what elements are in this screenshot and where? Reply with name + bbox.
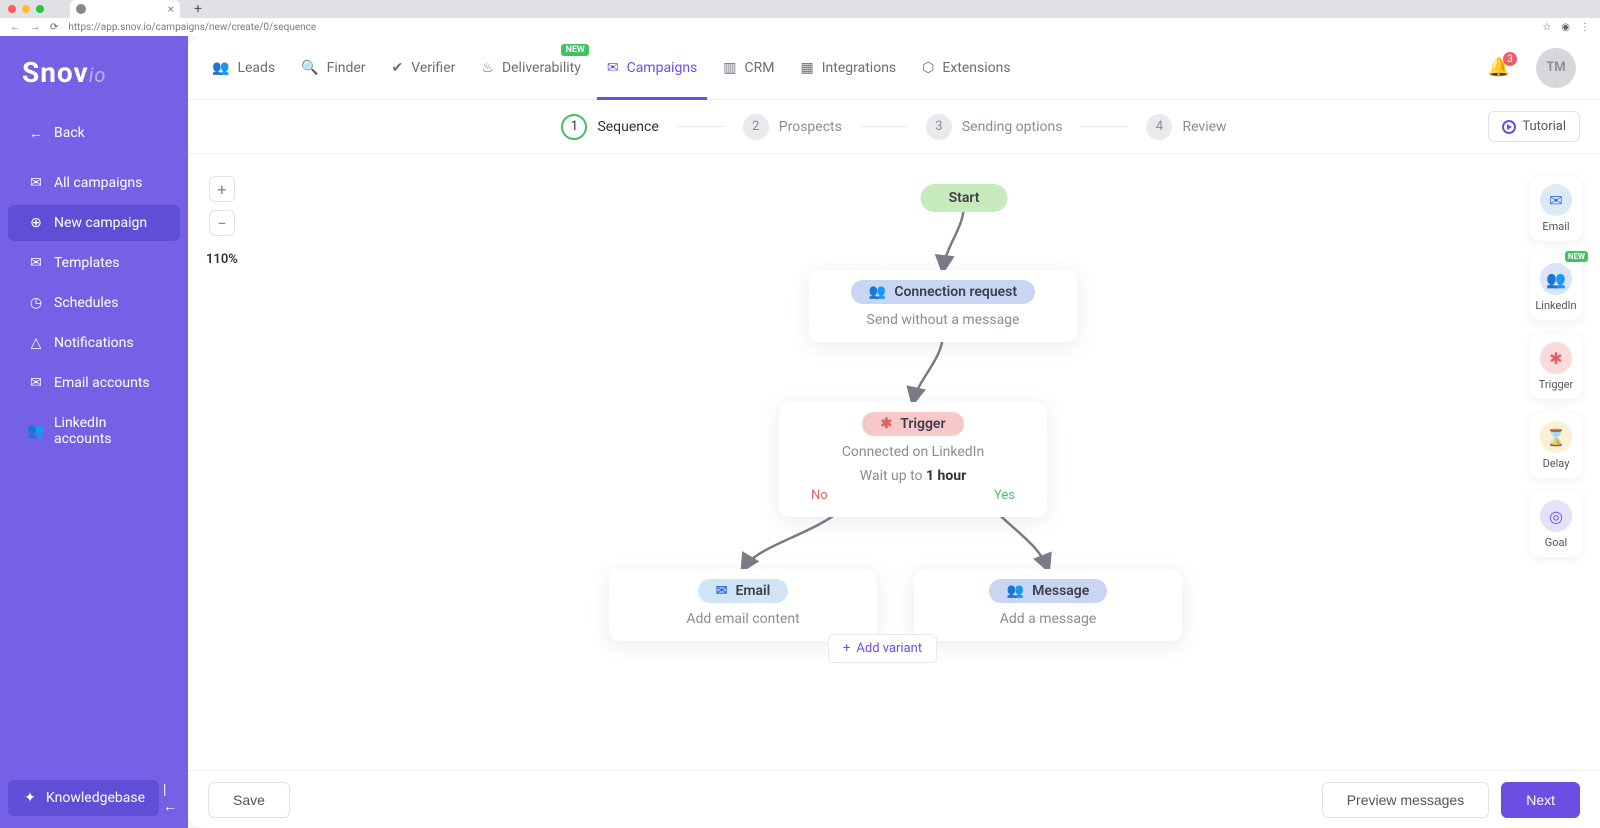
- macos-close-dot[interactable]: [8, 5, 16, 13]
- next-button[interactable]: Next: [1501, 782, 1580, 818]
- people-icon: 👥: [869, 284, 886, 300]
- browser-chrome: × + ← → ⟳ https://app.snov.io/campaigns/…: [0, 0, 1600, 36]
- wizard-steps: 1Sequence 2Prospects 3Sending options 4R…: [188, 100, 1600, 154]
- node-connection-request[interactable]: 👥Connection request Send without a messa…: [809, 270, 1077, 342]
- sidebar-item-all-campaigns[interactable]: ✉ All campaigns: [8, 165, 180, 201]
- sidebar-item-linkedin-accounts[interactable]: 👥 LinkedIn accounts: [8, 405, 180, 457]
- profile-icon[interactable]: ◉: [1561, 22, 1570, 33]
- sidebar: Snovio ← Back ✉ All campaigns ⊕ New camp…: [0, 36, 188, 828]
- step-prospects[interactable]: 2Prospects: [743, 114, 842, 140]
- nav-deliverability[interactable]: ♨DeliverabilityNEW: [481, 36, 580, 100]
- step-sequence[interactable]: 1Sequence: [561, 114, 658, 140]
- browser-tab[interactable]: ×: [70, 0, 180, 18]
- nav-integrations[interactable]: ▦Integrations: [801, 36, 897, 100]
- envelope-icon: ✉: [716, 583, 728, 599]
- people-icon: 👥: [212, 60, 229, 76]
- tutorial-button[interactable]: Tutorial: [1488, 111, 1580, 142]
- template-icon: ✉: [28, 255, 44, 271]
- browser-toolbar: ← → ⟳ https://app.snov.io/campaigns/new/…: [0, 18, 1600, 36]
- step-divider: [1080, 126, 1128, 127]
- address-bar[interactable]: https://app.snov.io/campaigns/new/create…: [68, 22, 1532, 33]
- envelope-icon: ✉: [607, 60, 619, 76]
- sidebar-item-new-campaign[interactable]: ⊕ New campaign: [8, 205, 180, 241]
- node-message[interactable]: 👥Message Add a message: [914, 569, 1182, 641]
- sidebar-item-notifications[interactable]: △ Notifications: [8, 325, 180, 361]
- plus-circle-icon: ⊕: [28, 215, 44, 231]
- tab-close-icon[interactable]: ×: [168, 2, 174, 16]
- sidebar-item-schedules[interactable]: ◷ Schedules: [8, 285, 180, 321]
- bell-icon: △: [28, 335, 44, 351]
- footer-bar: Save Preview messages Next: [188, 770, 1600, 828]
- branch-no-label: No: [811, 488, 828, 503]
- save-button[interactable]: Save: [208, 782, 290, 818]
- logo-suffix: io: [89, 63, 107, 87]
- play-circle-icon: [1502, 120, 1516, 134]
- branch-yes-label: Yes: [994, 488, 1015, 503]
- nav-forward-icon[interactable]: →: [30, 22, 40, 33]
- node-start[interactable]: Start: [921, 184, 1008, 212]
- flame-icon: ♨: [481, 60, 494, 76]
- sidebar-item-email-accounts[interactable]: ✉ Email accounts: [8, 365, 180, 401]
- people-icon: 👥: [28, 423, 44, 439]
- nav-verifier[interactable]: ✔Verifier: [392, 36, 456, 100]
- nav-back-icon[interactable]: ←: [10, 22, 20, 33]
- nav-leads[interactable]: 👥Leads: [212, 36, 275, 100]
- sidebar-collapse-button[interactable]: |←: [163, 782, 180, 815]
- main-panel: 👥Leads 🔍Finder ✔Verifier ♨Deliverability…: [188, 36, 1600, 828]
- asterisk-icon: ✱: [880, 416, 892, 432]
- life-ring-icon: ✦: [22, 790, 38, 806]
- browser-tab-bar: × +: [0, 0, 1600, 18]
- kanban-icon: ▥: [723, 60, 736, 76]
- search-icon: 🔍: [301, 60, 318, 76]
- node-email[interactable]: ✉Email Add email content: [609, 569, 877, 641]
- macos-max-dot[interactable]: [36, 5, 44, 13]
- people-icon: 👥: [1007, 583, 1024, 599]
- step-review[interactable]: 4Review: [1146, 114, 1226, 140]
- envelope-icon: ✉: [28, 175, 44, 191]
- envelope-icon: ✉: [28, 375, 44, 391]
- sidebar-back[interactable]: ← Back: [8, 115, 180, 151]
- nav-crm[interactable]: ▥CRM: [723, 36, 774, 100]
- puzzle-icon: ⬡: [922, 60, 934, 76]
- bookmark-star-icon[interactable]: ☆: [1542, 22, 1551, 33]
- notifications-bell[interactable]: 🔔 3: [1488, 57, 1510, 78]
- top-nav: 👥Leads 🔍Finder ✔Verifier ♨Deliverability…: [188, 36, 1600, 100]
- add-variant-button[interactable]: + Add variant: [828, 634, 937, 663]
- step-divider: [860, 126, 908, 127]
- logo-text: Snov: [22, 56, 89, 89]
- browser-menu-icon[interactable]: ⋮: [1580, 22, 1590, 33]
- nav-extensions[interactable]: ⬡Extensions: [922, 36, 1010, 100]
- step-sending-options[interactable]: 3Sending options: [926, 114, 1063, 140]
- node-trigger[interactable]: ✱Trigger Connected on LinkedIn Wait up t…: [779, 402, 1047, 517]
- favicon-icon: [76, 4, 86, 14]
- plus-icon: +: [843, 641, 850, 656]
- nav-campaigns[interactable]: ✉Campaigns: [607, 36, 697, 100]
- new-tab-button[interactable]: +: [194, 1, 202, 17]
- new-badge: NEW: [561, 44, 588, 56]
- user-avatar[interactable]: TM: [1536, 48, 1576, 88]
- check-circle-icon: ✔: [392, 60, 404, 76]
- bell-badge: 3: [1503, 52, 1517, 66]
- sidebar-item-templates[interactable]: ✉ Templates: [8, 245, 180, 281]
- knowledgebase-button[interactable]: ✦ Knowledgebase: [8, 780, 159, 816]
- nav-reload-icon[interactable]: ⟳: [50, 22, 58, 33]
- macos-min-dot[interactable]: [22, 5, 30, 13]
- sequence-canvas[interactable]: + − 110% ✉Email NEW👥LinkedIn ✱Trigger ⌛D…: [188, 154, 1600, 770]
- clock-icon: ◷: [28, 295, 44, 311]
- nav-finder[interactable]: 🔍Finder: [301, 36, 365, 100]
- step-divider: [677, 126, 725, 127]
- logo: Snovio: [0, 48, 188, 113]
- preview-messages-button[interactable]: Preview messages: [1322, 782, 1490, 818]
- arrow-left-icon: ←: [28, 125, 44, 141]
- grid-icon: ▦: [801, 60, 814, 76]
